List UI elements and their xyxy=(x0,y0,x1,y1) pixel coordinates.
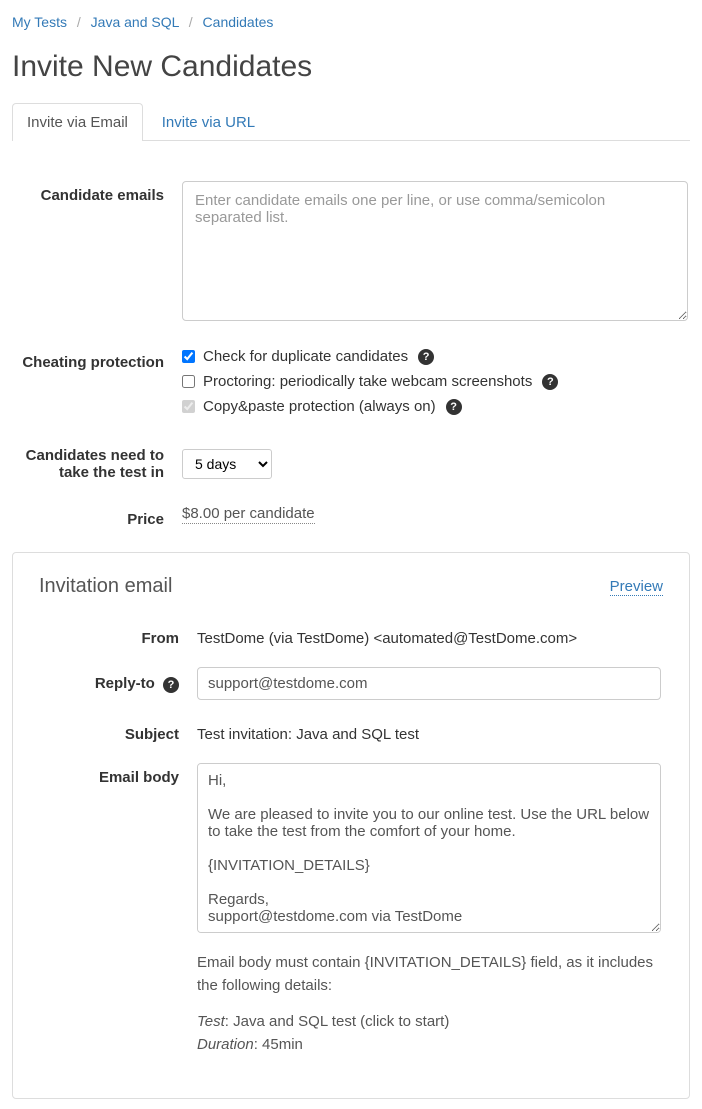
deadline-select[interactable]: 5 days xyxy=(182,449,272,479)
help-icon[interactable]: ? xyxy=(163,677,179,693)
breadcrumb-candidates[interactable]: Candidates xyxy=(203,14,274,30)
help-icon[interactable]: ? xyxy=(446,399,462,415)
label-reply-to: Reply-to ? xyxy=(39,675,197,693)
reply-to-input[interactable] xyxy=(197,667,661,700)
panel-title: Invitation email xyxy=(39,575,172,598)
price-value: $8.00 per candidate xyxy=(182,505,315,524)
label-candidate-emails: Candidate emails xyxy=(12,181,182,204)
breadcrumb-test-name[interactable]: Java and SQL xyxy=(91,14,179,30)
email-body-input[interactable] xyxy=(197,763,661,933)
invitation-email-panel: Invitation email Preview From TestDome (… xyxy=(12,552,690,1099)
preview-link[interactable]: Preview xyxy=(610,578,663,596)
tabs: Invite via Email Invite via URL xyxy=(12,102,690,141)
label-subject: Subject xyxy=(39,720,197,743)
breadcrumb-separator: / xyxy=(77,14,81,30)
help-icon[interactable]: ? xyxy=(418,349,434,365)
breadcrumb-separator: / xyxy=(189,14,193,30)
label-price: Price xyxy=(12,505,182,528)
checkbox-proctoring[interactable] xyxy=(182,375,195,388)
subject-value: Test invitation: Java and SQL test xyxy=(197,720,663,743)
checkbox-copypaste xyxy=(182,400,195,413)
label-deadline: Candidates need to take the test in xyxy=(12,447,182,481)
checkbox-label-proctoring: Proctoring: periodically take webcam scr… xyxy=(203,373,532,390)
label-from: From xyxy=(39,624,197,647)
checkbox-label-copypaste: Copy&paste protection (always on) xyxy=(203,398,436,415)
body-note: Email body must contain {INVITATION_DETA… xyxy=(197,952,661,1056)
note-test-label: Test xyxy=(197,1013,225,1030)
note-duration-label: Duration xyxy=(197,1036,254,1053)
page-title: Invite New Candidates xyxy=(12,50,690,84)
breadcrumb: My Tests / Java and SQL / Candidates xyxy=(12,10,690,40)
label-email-body: Email body xyxy=(39,763,197,786)
checkbox-duplicate-candidates[interactable] xyxy=(182,350,195,363)
from-value: TestDome (via TestDome) <automated@TestD… xyxy=(197,624,663,647)
label-cheating-protection: Cheating protection xyxy=(12,348,182,371)
help-icon[interactable]: ? xyxy=(542,374,558,390)
candidate-emails-input[interactable] xyxy=(182,181,688,321)
tab-invite-url[interactable]: Invite via URL xyxy=(147,103,270,141)
tab-invite-email[interactable]: Invite via Email xyxy=(12,103,143,141)
breadcrumb-my-tests[interactable]: My Tests xyxy=(12,14,67,30)
checkbox-label-duplicate: Check for duplicate candidates xyxy=(203,348,408,365)
